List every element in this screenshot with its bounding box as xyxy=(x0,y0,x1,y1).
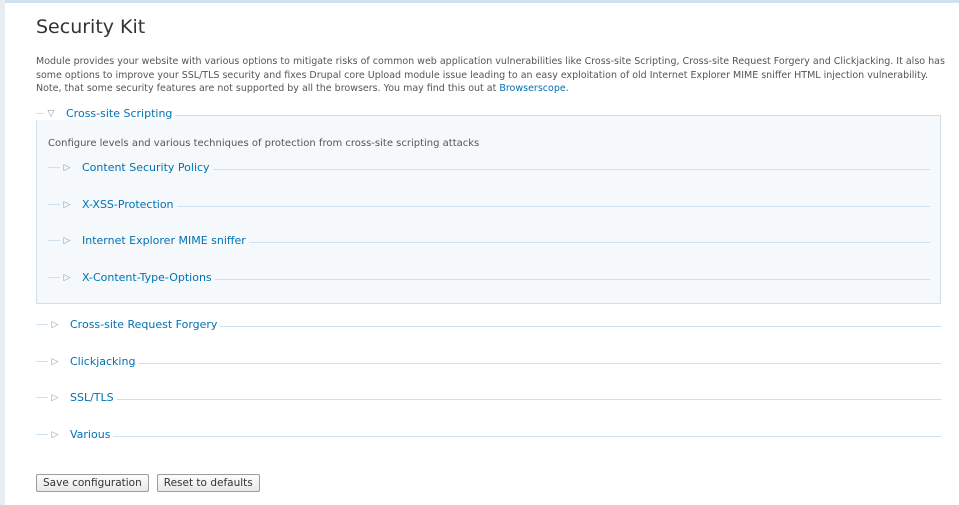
triangle-right-icon: ▷ xyxy=(51,392,59,403)
legend-dash xyxy=(48,277,60,278)
top-border xyxy=(0,0,959,3)
various-legend-label: Various xyxy=(70,428,111,441)
mime-fieldset-legend[interactable]: ▷ Internet Explorer MIME sniffer xyxy=(48,234,249,247)
xxss-fieldset-line xyxy=(48,206,930,207)
xxss-fieldset-legend[interactable]: ▷ X-XSS-Protection xyxy=(48,198,177,211)
csp-fieldset-legend[interactable]: ▷ Content Security Policy xyxy=(48,161,213,174)
legend-dash xyxy=(36,397,48,398)
ssl-legend-label: SSL/TLS xyxy=(70,391,114,404)
various-fieldset-line xyxy=(36,436,941,437)
mime-legend-label: Internet Explorer MIME sniffer xyxy=(82,234,246,247)
triangle-right-icon: ▷ xyxy=(63,272,71,283)
form-actions: Save configuration Reset to defaults xyxy=(36,474,260,492)
legend-dash xyxy=(36,113,44,114)
clickjacking-legend-label: Clickjacking xyxy=(70,355,136,368)
xcto-legend-label: X-Content-Type-Options xyxy=(82,271,212,284)
legend-dash xyxy=(48,167,60,168)
xss-legend-label: Cross-site Scripting xyxy=(66,107,173,120)
description-text: Module provides your website with variou… xyxy=(36,56,945,94)
triangle-right-icon: ▷ xyxy=(63,199,71,210)
ssl-fieldset-legend[interactable]: ▷ SSL/TLS xyxy=(36,391,117,404)
xss-fieldset-legend[interactable]: ▽ Cross-site Scripting xyxy=(36,107,176,120)
legend-dash xyxy=(36,434,48,435)
legend-dash xyxy=(48,240,60,241)
triangle-right-icon: ▷ xyxy=(51,429,59,440)
ssl-fieldset-line xyxy=(36,399,941,400)
description-end: . xyxy=(565,83,569,94)
legend-dash xyxy=(48,204,60,205)
legend-dash xyxy=(36,361,48,362)
left-border xyxy=(0,0,5,505)
page-title: Security Kit xyxy=(36,16,146,38)
clickjacking-fieldset-legend[interactable]: ▷ Clickjacking xyxy=(36,355,139,368)
triangle-right-icon: ▷ xyxy=(51,356,59,367)
reset-to-defaults-button[interactable]: Reset to defaults xyxy=(156,474,260,492)
triangle-right-icon: ▷ xyxy=(63,162,71,173)
xss-fieldset-description: Configure levels and various techniques … xyxy=(48,138,480,149)
browserscope-link[interactable]: Browserscope xyxy=(499,83,565,94)
triangle-right-icon: ▷ xyxy=(63,235,71,246)
xcto-fieldset-legend[interactable]: ▷ X-Content-Type-Options xyxy=(48,271,215,284)
csp-legend-label: Content Security Policy xyxy=(82,161,210,174)
xxss-legend-label: X-XSS-Protection xyxy=(82,198,174,211)
csrf-fieldset-legend[interactable]: ▷ Cross-site Request Forgery xyxy=(36,318,221,331)
page-description: Module provides your website with variou… xyxy=(36,55,946,96)
triangle-down-icon: ▽ xyxy=(47,108,55,119)
csrf-legend-label: Cross-site Request Forgery xyxy=(70,318,218,331)
legend-dash xyxy=(36,324,48,325)
save-configuration-button[interactable]: Save configuration xyxy=(36,474,149,492)
triangle-right-icon: ▷ xyxy=(51,319,59,330)
clickjacking-fieldset-line xyxy=(36,363,941,364)
various-fieldset-legend[interactable]: ▷ Various xyxy=(36,428,114,441)
